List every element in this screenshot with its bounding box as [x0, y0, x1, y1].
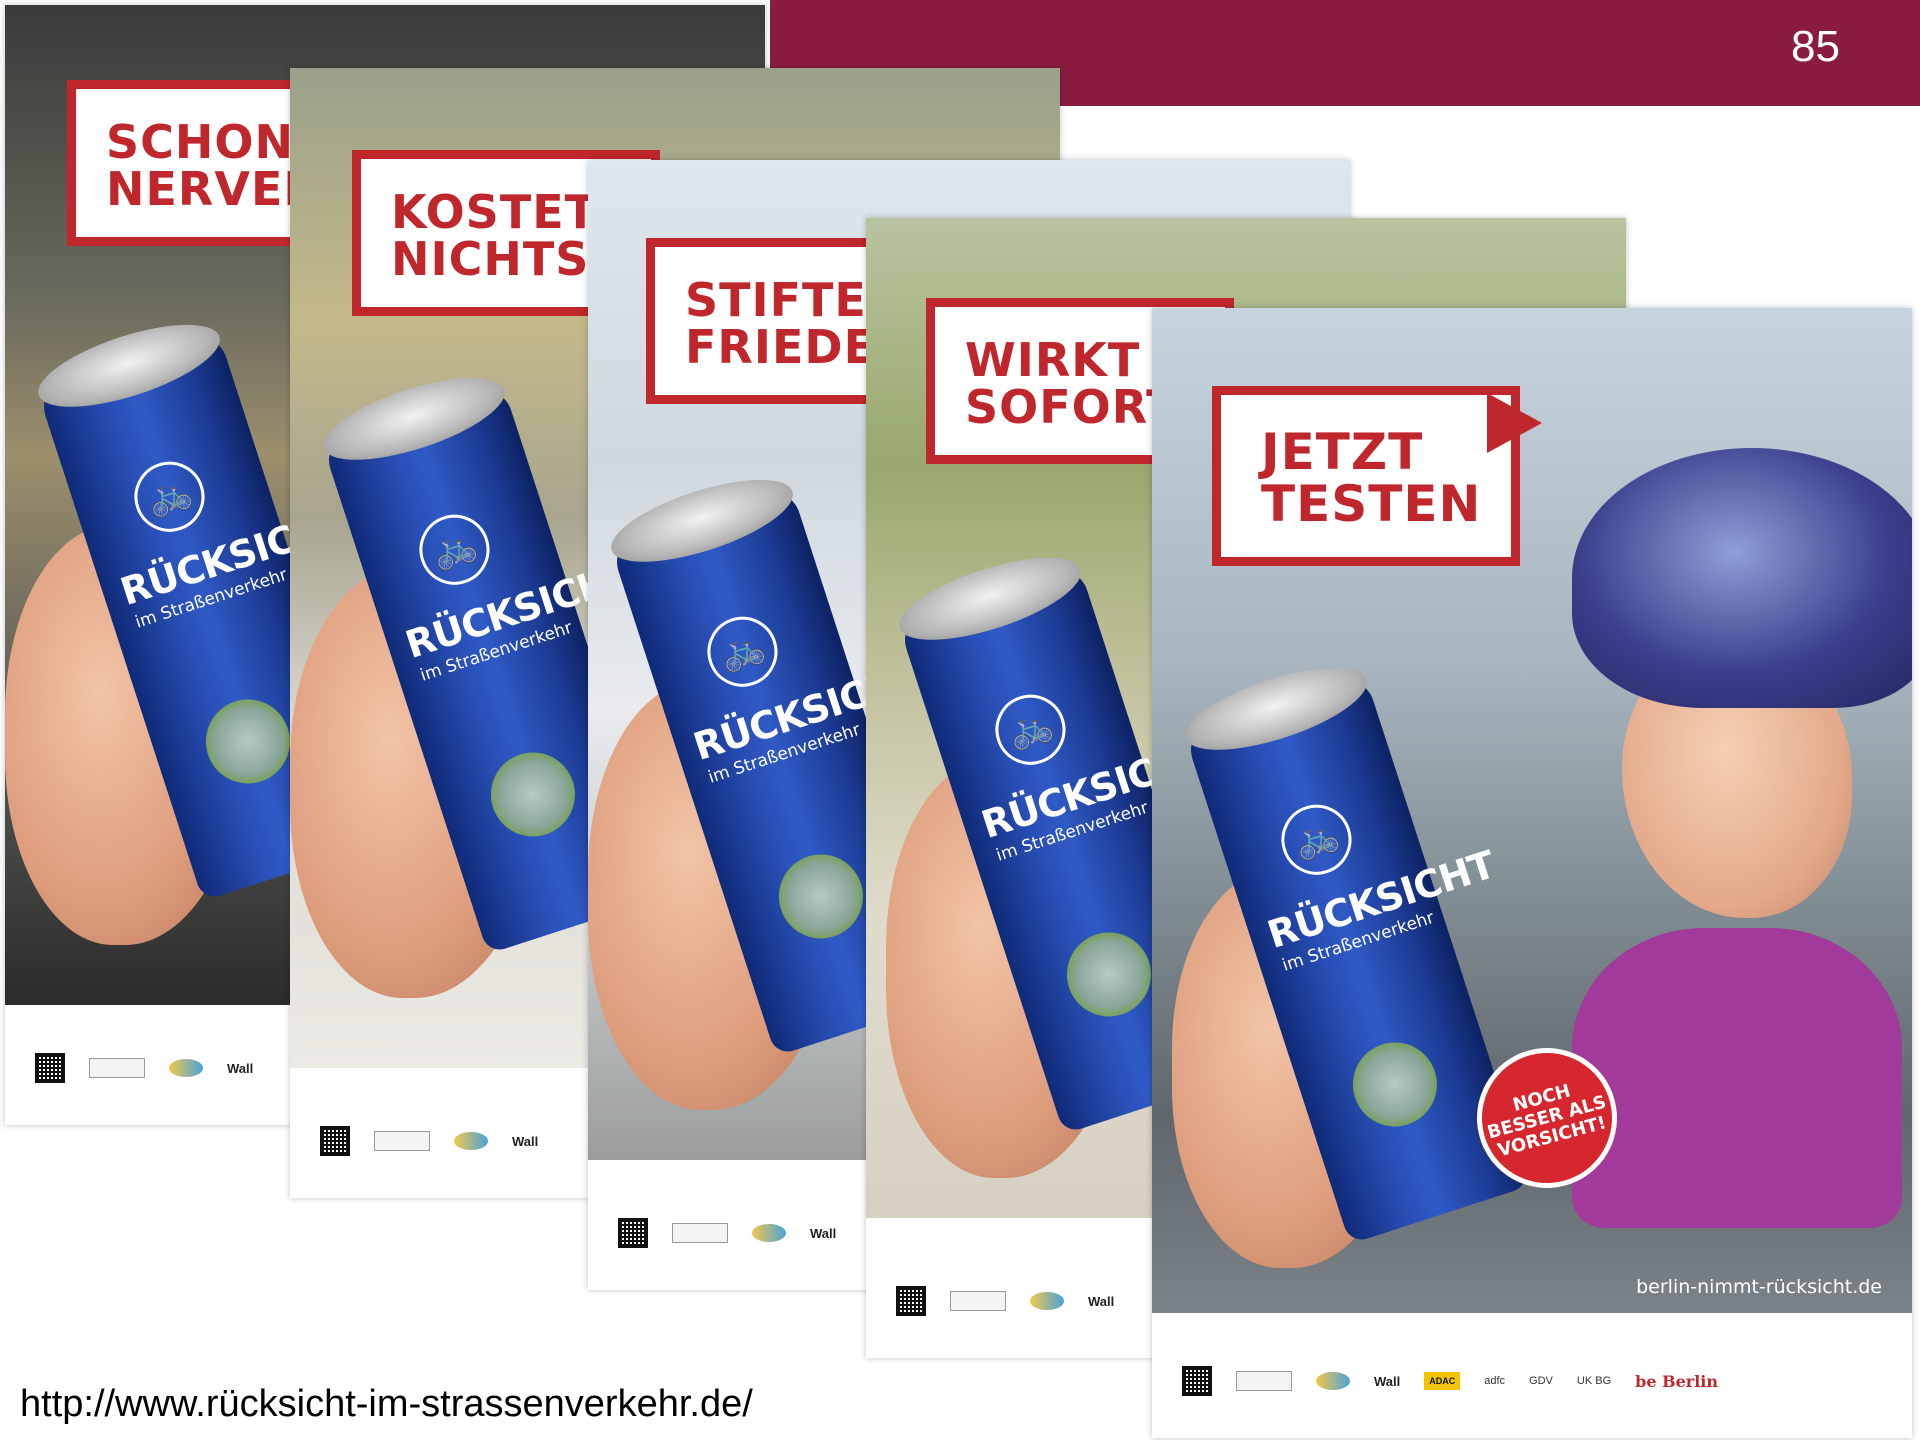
callout-tail — [1487, 393, 1542, 453]
sponsor-logo — [1316, 1372, 1350, 1390]
can-seal — [195, 688, 301, 795]
qr-code-icon — [320, 1126, 350, 1156]
can-seal — [1056, 921, 1162, 1028]
can-seal — [768, 843, 874, 950]
ukbg-logo: UK BG — [1576, 1375, 1612, 1387]
poster-jetzt-testen: JETZT TESTEN 🚲 RÜCKSICHT im Straßenverke… — [1152, 308, 1912, 1438]
sponsor-logo — [374, 1131, 430, 1151]
bicycle-icon: 🚲 — [698, 607, 787, 696]
sponsor-logo — [89, 1058, 145, 1078]
wall-logo: Wall — [1088, 1293, 1115, 1309]
poster-logos: Wall ADAC adfc GDV UK BG be Berlin — [1182, 1364, 1892, 1398]
adfc-logo: adfc — [1484, 1375, 1506, 1387]
sponsor-logo — [1030, 1292, 1064, 1310]
sponsor-logo — [752, 1224, 786, 1242]
callout-line-1: JETZT — [1261, 423, 1424, 481]
wall-logo: Wall — [1374, 1373, 1401, 1389]
can-seal — [1342, 1031, 1448, 1138]
bicycle-icon: 🚲 — [410, 505, 499, 594]
can-seal — [480, 741, 586, 848]
wall-logo: Wall — [810, 1225, 837, 1241]
gdv-logo: GDV — [1529, 1375, 1553, 1387]
sponsor-logo — [672, 1223, 728, 1243]
be-berlin-logo: be Berlin — [1635, 1371, 1718, 1391]
callout-line-2: TESTEN — [1261, 474, 1482, 533]
bicycle-icon: 🚲 — [1272, 795, 1361, 884]
qr-code-icon — [35, 1053, 65, 1083]
qr-code-icon — [896, 1286, 926, 1316]
bicycle-icon: 🚲 — [986, 685, 1075, 774]
wall-logo: Wall — [227, 1060, 254, 1076]
adac-logo: ADAC — [1424, 1372, 1461, 1390]
sponsor-logo — [1236, 1371, 1292, 1391]
cyclist-shirt — [1572, 928, 1902, 1228]
poster-url: berlin-nimmt-rücksicht.de — [1636, 1276, 1882, 1298]
sponsor-logo — [169, 1059, 203, 1077]
qr-code-icon — [618, 1218, 648, 1248]
sponsor-logo — [454, 1132, 488, 1150]
sponsor-logo — [950, 1291, 1006, 1311]
wall-logo: Wall — [512, 1133, 539, 1149]
page-number: 85 — [1791, 22, 1840, 71]
poster-callout: JETZT TESTEN — [1212, 386, 1520, 566]
footer-url[interactable]: http://www.rücksicht-im-strassenverkehr.… — [20, 1383, 753, 1426]
qr-code-icon — [1182, 1366, 1212, 1396]
cyclist-helmet — [1572, 448, 1912, 708]
bicycle-icon: 🚲 — [125, 452, 214, 541]
